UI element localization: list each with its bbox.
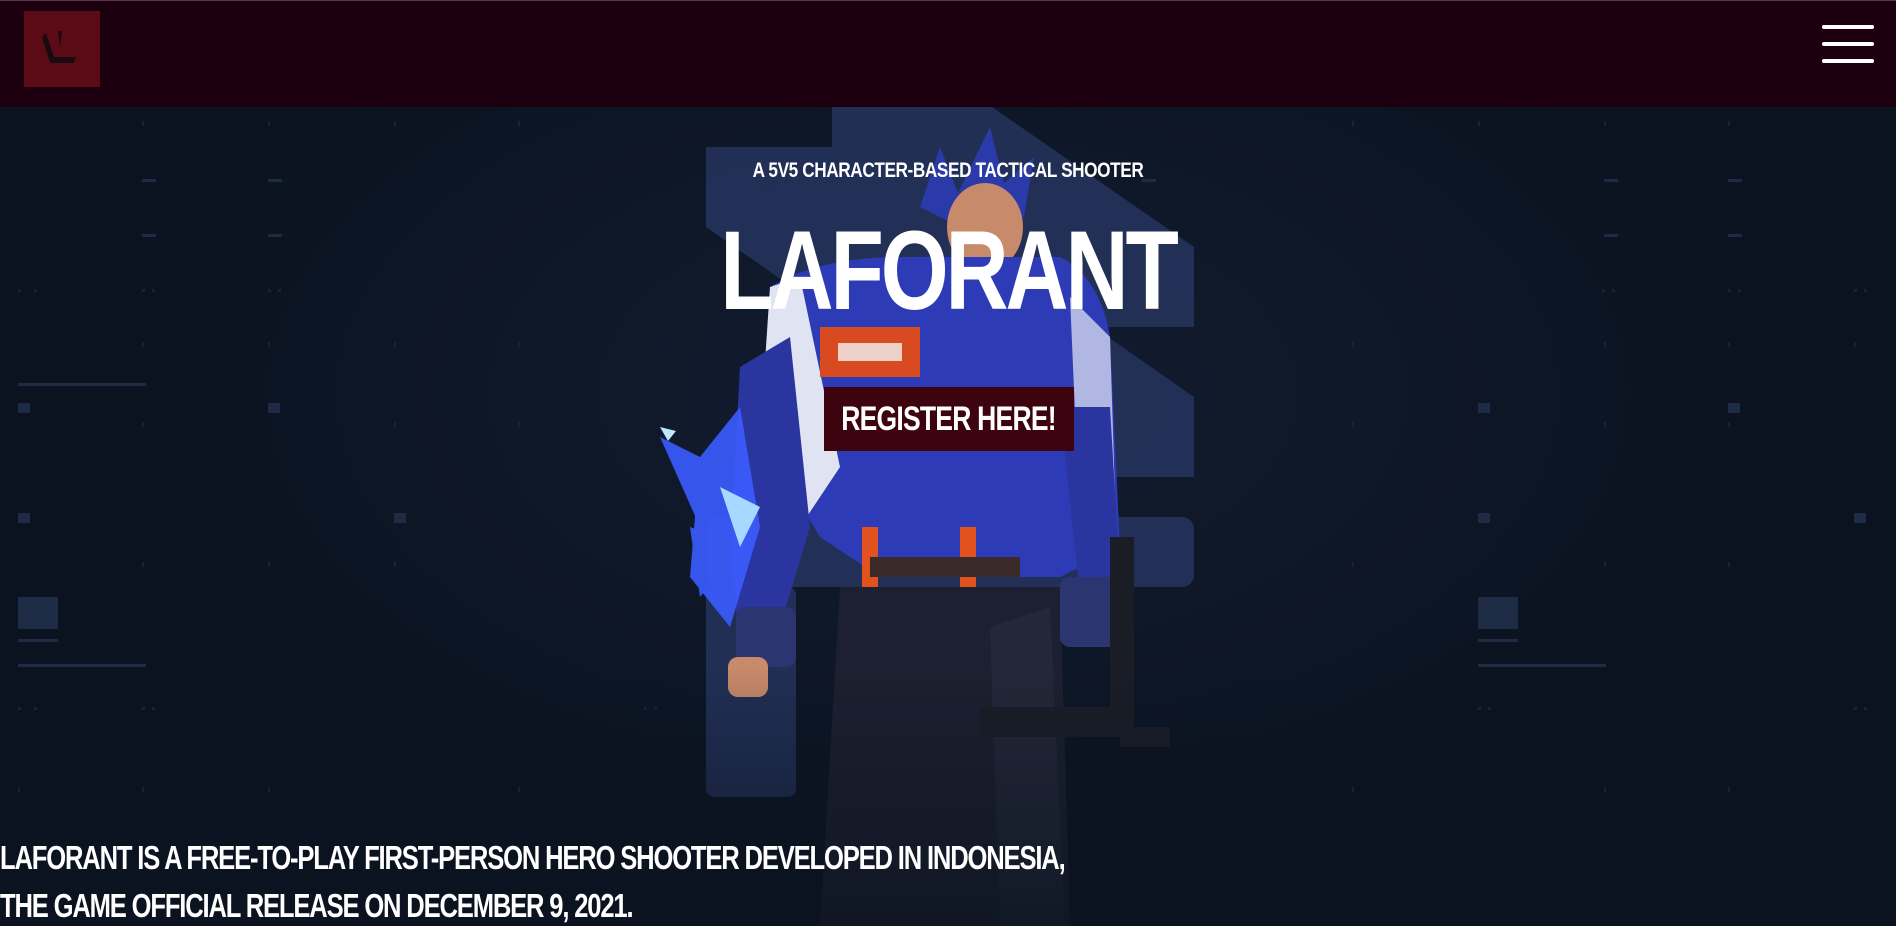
hero-tagline: A 5V5 CHARACTER-BASED TACTICAL SHOOTER bbox=[752, 159, 1144, 182]
register-button[interactable]: REGISTER HERE! bbox=[824, 387, 1074, 451]
hero-section: A 5V5 CHARACTER-BASED TACTICAL SHOOTER L… bbox=[0, 107, 1896, 926]
game-description: LAFORANT IS A FREE-TO-PLAY FIRST-PERSON … bbox=[0, 834, 1100, 926]
game-title: LAFORANT bbox=[720, 208, 1179, 333]
laforant-logo-icon[interactable] bbox=[24, 11, 100, 87]
description-line-2: THE GAME OFFICIAL RELEASE ON DECEMBER 9,… bbox=[0, 887, 634, 924]
register-button-label: REGISTER HERE! bbox=[841, 399, 1057, 438]
hamburger-menu-icon[interactable] bbox=[1822, 25, 1874, 63]
top-navbar bbox=[0, 0, 1896, 107]
landing-page: A 5V5 CHARACTER-BASED TACTICAL SHOOTER L… bbox=[0, 0, 1896, 926]
description-line-1: LAFORANT IS A FREE-TO-PLAY FIRST-PERSON … bbox=[0, 839, 1066, 876]
